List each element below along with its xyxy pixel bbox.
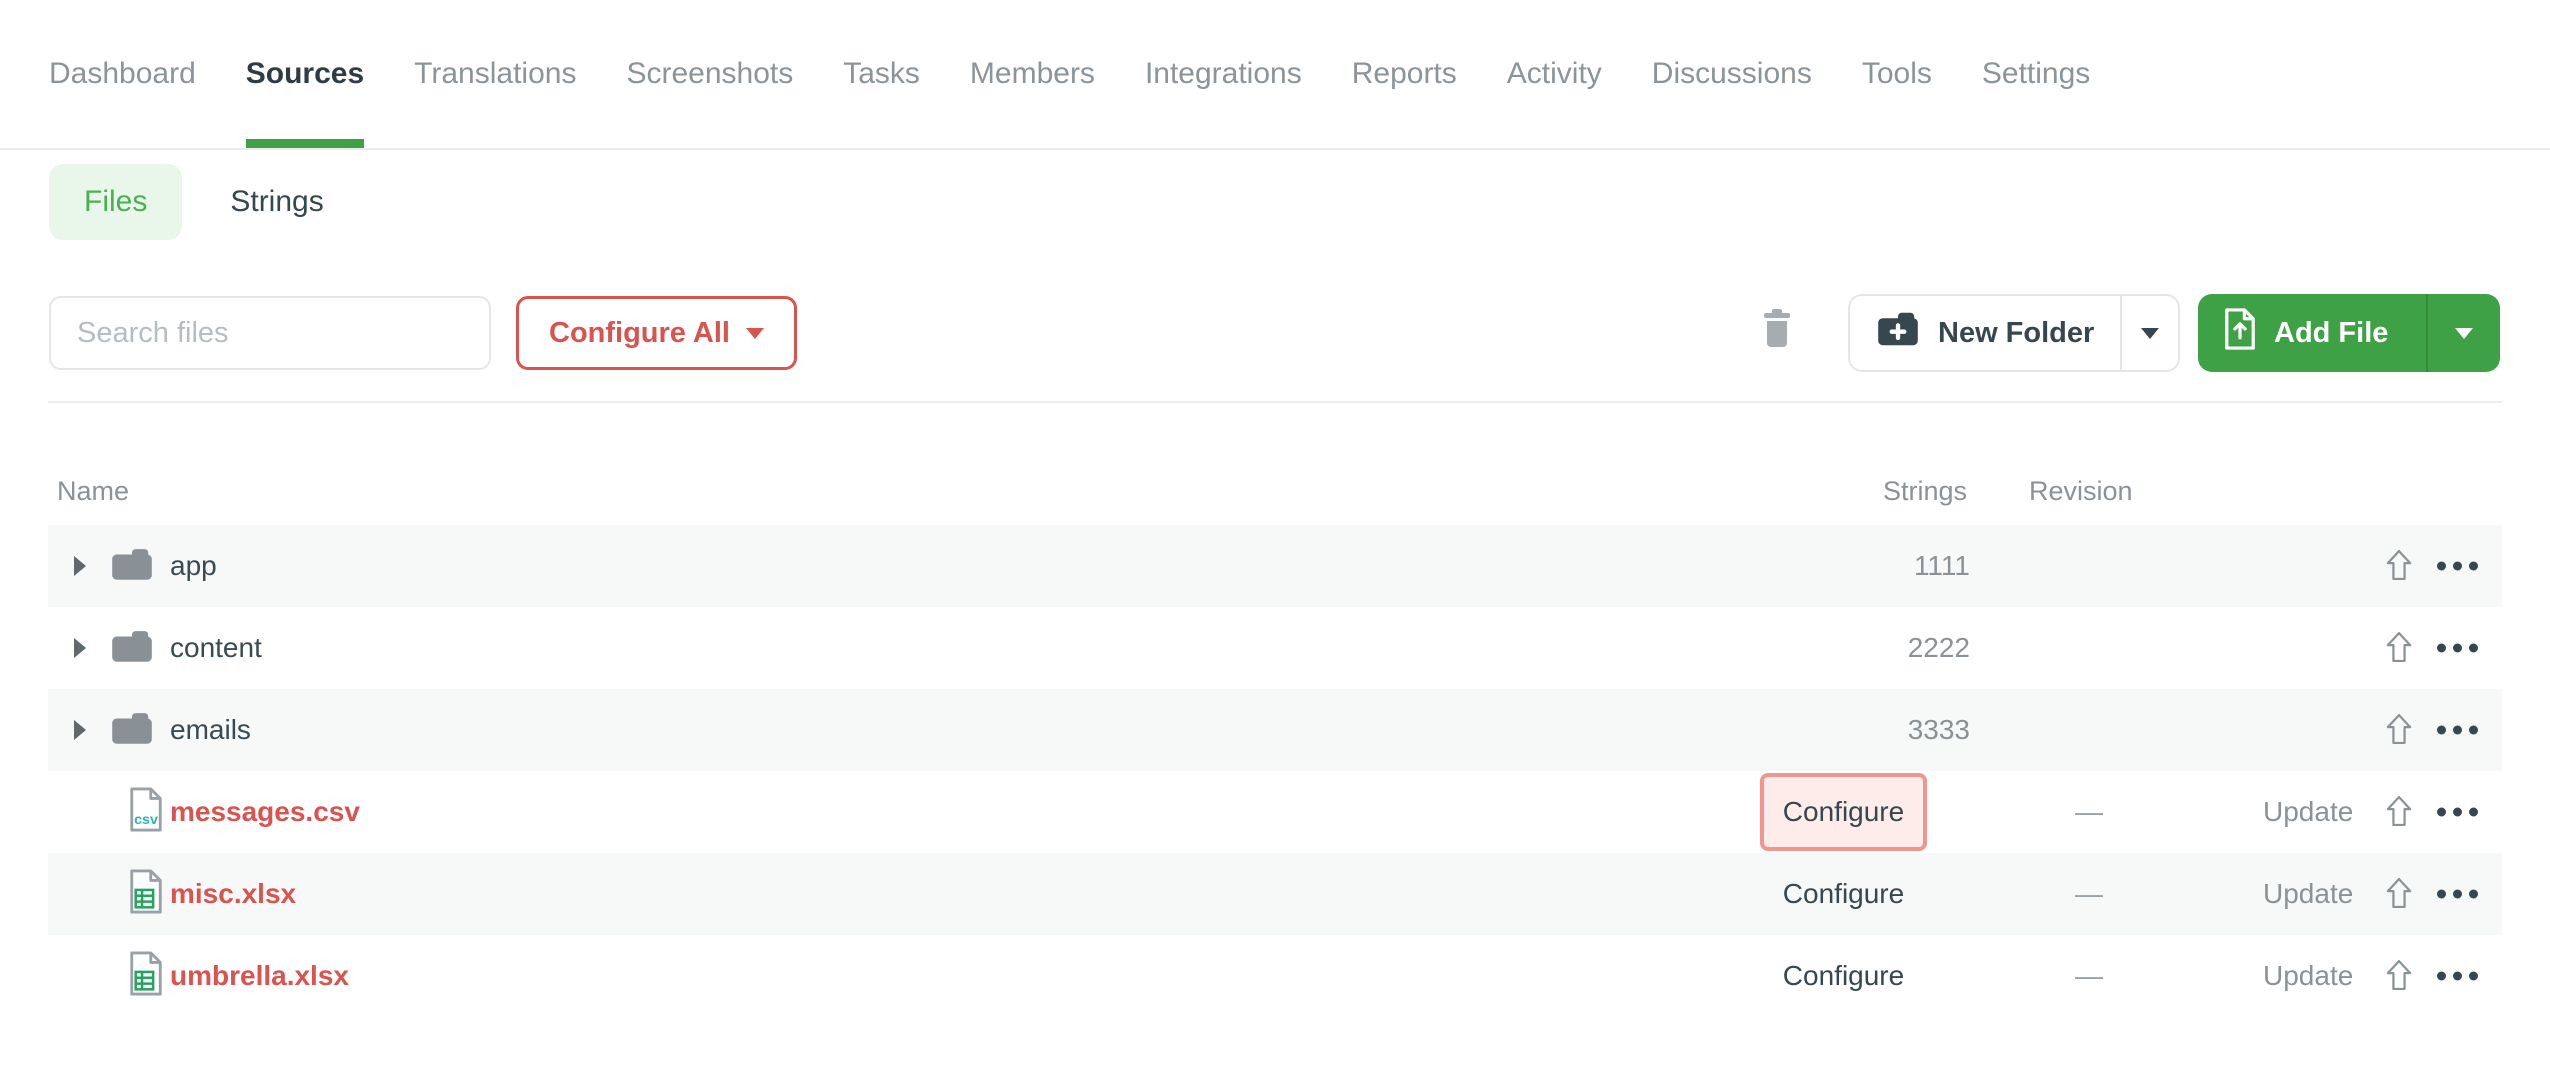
more-actions-icon[interactable]: [2434, 808, 2480, 817]
chevron-down-icon: [2455, 328, 2473, 339]
folder-icon: [110, 546, 154, 587]
more-actions-icon[interactable]: [2434, 726, 2480, 735]
nav-item-integrations[interactable]: Integrations: [1145, 0, 1302, 148]
folder-name[interactable]: emails: [170, 714, 251, 746]
more-actions-icon[interactable]: [2434, 890, 2480, 899]
upload-icon[interactable]: [2386, 959, 2414, 993]
nav-item-tasks[interactable]: Tasks: [843, 0, 920, 148]
file-name[interactable]: misc.xlsx: [170, 878, 296, 910]
upload-icon[interactable]: [2386, 713, 2414, 747]
nav-item-sources[interactable]: Sources: [246, 0, 364, 148]
folder-icon: [110, 628, 154, 669]
revision-value: —: [2047, 878, 2131, 910]
folder-name[interactable]: content: [170, 632, 262, 664]
new-folder-dropdown-button[interactable]: [2120, 296, 2178, 370]
add-file-dropdown-button[interactable]: [2426, 294, 2500, 372]
chevron-down-icon: [2141, 328, 2159, 339]
search-input[interactable]: [49, 296, 491, 370]
add-file-split-button: Add File: [2198, 294, 2500, 372]
table-row-folder-content: content 2222: [48, 607, 2502, 689]
nav-item-activity[interactable]: Activity: [1507, 0, 1602, 148]
revision-value: —: [2047, 960, 2131, 992]
sources-files-page: Dashboard Sources Translations Screensho…: [0, 0, 2550, 1066]
file-upload-icon: [2222, 307, 2258, 359]
files-table-header: Name Strings Revision: [0, 458, 2550, 524]
table-row-file-umbrella-xlsx: umbrella.xlsx Configure — Update: [48, 935, 2502, 1017]
column-header-revision: Revision: [2029, 476, 2133, 507]
file-name[interactable]: umbrella.xlsx: [170, 960, 349, 992]
project-top-nav: Dashboard Sources Translations Screensho…: [0, 0, 2550, 150]
column-header-strings: Strings: [1883, 476, 1967, 507]
csv-file-icon: csv: [127, 786, 165, 839]
xlsx-file-icon: [127, 868, 165, 921]
strings-count: 1111: [1914, 550, 1970, 582]
configure-button-highlighted[interactable]: Configure: [1760, 773, 1927, 851]
sources-subtabs: Files Strings: [49, 164, 324, 240]
table-row-file-messages-csv: csv messages.csv Configure — Update: [48, 771, 2502, 853]
new-folder-button[interactable]: New Folder: [1850, 296, 2120, 370]
nav-item-tools[interactable]: Tools: [1862, 0, 1932, 148]
chevron-right-icon[interactable]: [74, 720, 86, 740]
nav-item-translations[interactable]: Translations: [414, 0, 576, 148]
more-actions-icon[interactable]: [2434, 562, 2480, 571]
folder-icon: [110, 710, 154, 751]
upload-icon[interactable]: [2386, 877, 2414, 911]
xlsx-file-icon: [127, 950, 165, 1003]
configure-all-label: Configure All: [549, 317, 730, 350]
folder-plus-icon: [1876, 311, 1920, 355]
chevron-down-icon: [746, 328, 764, 339]
column-header-name: Name: [57, 476, 129, 507]
configure-button[interactable]: Configure: [1760, 855, 1927, 933]
trash-button[interactable]: [1760, 308, 1794, 352]
table-row-folder-emails: emails 3333: [48, 689, 2502, 771]
new-folder-label: New Folder: [1938, 317, 2094, 350]
tab-files[interactable]: Files: [49, 164, 182, 240]
configure-all-button[interactable]: Configure All: [516, 296, 797, 370]
nav-item-dashboard[interactable]: Dashboard: [49, 0, 196, 148]
chevron-right-icon[interactable]: [74, 556, 86, 576]
svg-text:csv: csv: [134, 812, 158, 828]
nav-item-members[interactable]: Members: [970, 0, 1095, 148]
toolbar-divider: [48, 401, 2502, 403]
more-actions-icon[interactable]: [2434, 644, 2480, 653]
update-button[interactable]: Update: [2263, 796, 2353, 828]
strings-count: 2222: [1908, 632, 1970, 664]
update-button[interactable]: Update: [2263, 878, 2353, 910]
chevron-right-icon[interactable]: [74, 638, 86, 658]
more-actions-icon[interactable]: [2434, 972, 2480, 981]
trash-icon: [1762, 337, 1792, 352]
tab-strings[interactable]: Strings: [230, 185, 323, 219]
new-folder-split-button: New Folder: [1848, 294, 2180, 372]
table-row-folder-app: app 1111: [48, 525, 2502, 607]
nav-item-discussions[interactable]: Discussions: [1652, 0, 1812, 148]
file-name[interactable]: messages.csv: [170, 796, 360, 828]
nav-item-settings[interactable]: Settings: [1982, 0, 2090, 148]
folder-name[interactable]: app: [170, 550, 217, 582]
revision-value: —: [2047, 796, 2131, 828]
upload-icon[interactable]: [2386, 795, 2414, 829]
add-file-button[interactable]: Add File: [2198, 294, 2426, 372]
table-row-file-misc-xlsx: misc.xlsx Configure — Update: [48, 853, 2502, 935]
upload-icon[interactable]: [2386, 549, 2414, 583]
strings-count: 3333: [1908, 714, 1970, 746]
nav-item-screenshots[interactable]: Screenshots: [626, 0, 793, 148]
nav-item-reports[interactable]: Reports: [1352, 0, 1457, 148]
add-file-label: Add File: [2274, 317, 2388, 350]
update-button[interactable]: Update: [2263, 960, 2353, 992]
files-table: app 1111 content 2222: [48, 525, 2502, 1017]
configure-button[interactable]: Configure: [1760, 937, 1927, 1015]
upload-icon[interactable]: [2386, 631, 2414, 665]
